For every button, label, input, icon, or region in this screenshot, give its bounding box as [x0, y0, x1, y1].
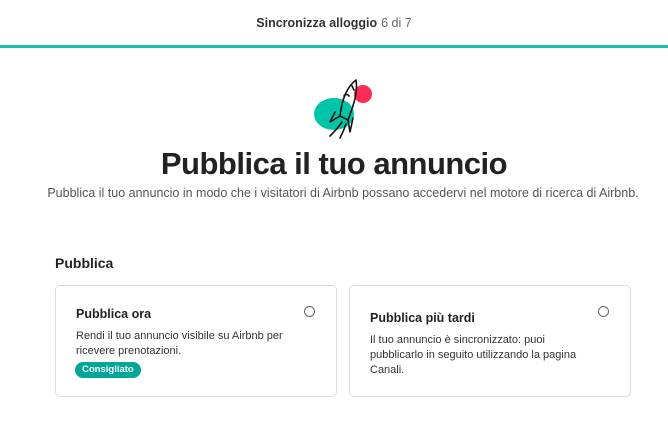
publish-now-option[interactable]: Pubblica ora Rendi il tuo annuncio visib…: [55, 285, 337, 397]
step-title: Sincronizza alloggio: [256, 15, 378, 30]
publish-later-radio[interactable]: [598, 306, 609, 317]
page-title: Pubblica il tuo annuncio: [160, 146, 508, 181]
recommended-badge: Consigliato: [75, 362, 141, 378]
step-counter: 6 di 7: [381, 15, 412, 30]
publish-later-option[interactable]: Pubblica più tardi Il tuo annuncio è sin…: [349, 285, 631, 397]
publish-now-radio[interactable]: [304, 306, 315, 317]
publish-now-title: Pubblica ora: [76, 307, 152, 321]
publish-section-label: Pubblica: [55, 255, 114, 271]
rocket-icon: [308, 76, 378, 140]
progress-header: Sincronizza alloggio 6 di 7: [0, 0, 668, 48]
publish-later-title: Pubblica più tardi: [370, 311, 475, 325]
publish-now-description: Rendi il tuo annuncio visibile su Airbnb…: [76, 330, 283, 357]
publish-later-description: Il tuo annuncio è sincronizzato: puoi pu…: [370, 334, 577, 376]
page-subtitle: Pubblica il tuo annuncio in modo che i v…: [47, 186, 639, 200]
